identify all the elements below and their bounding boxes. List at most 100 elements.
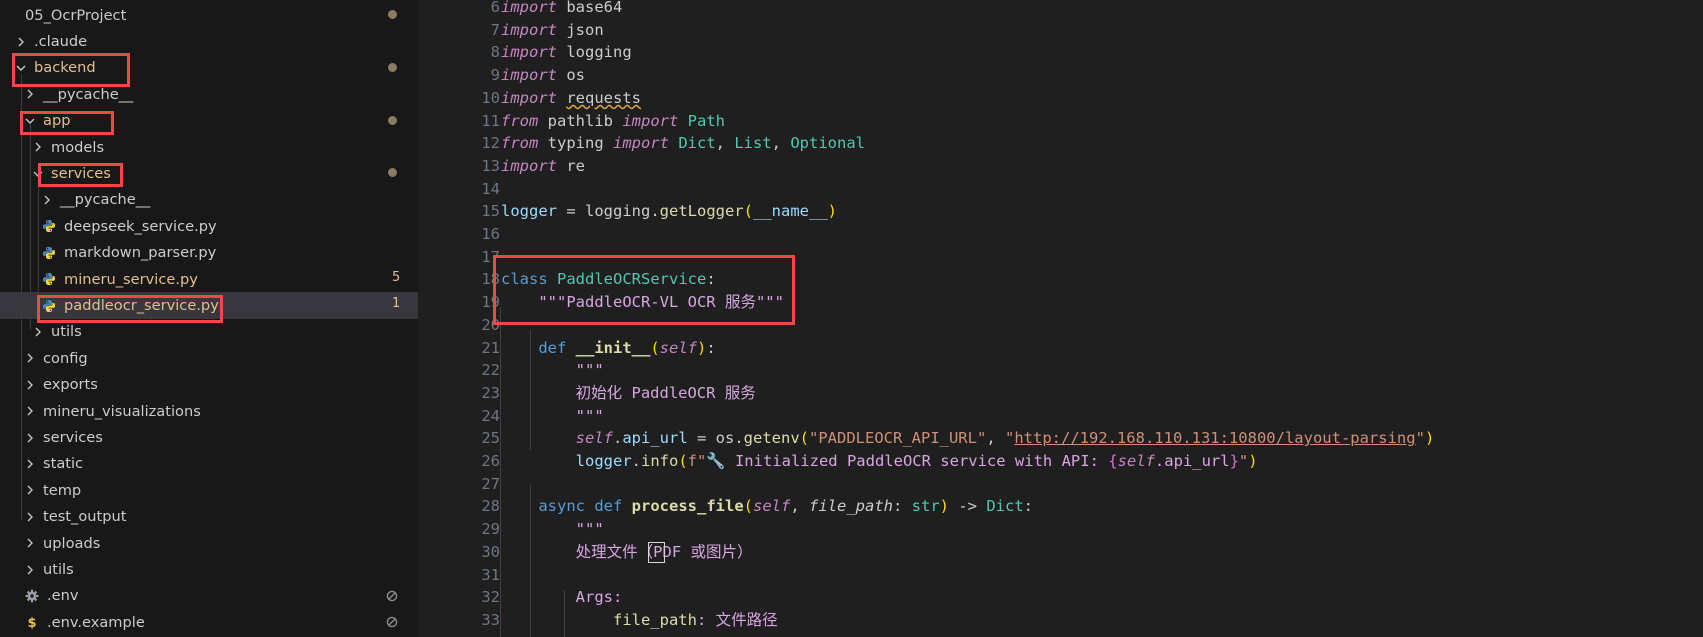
code-line[interactable]: 13 import re xyxy=(418,155,1703,178)
line-number: 13 xyxy=(481,156,500,175)
code-line[interactable]: 10 import requests xyxy=(418,87,1703,110)
tree-item-services[interactable]: services xyxy=(0,424,418,450)
tree-item-env-example[interactable]: $ .env.example xyxy=(0,609,418,635)
code-line[interactable]: 32 Args: xyxy=(418,586,1703,609)
code-text: import json xyxy=(501,20,604,39)
tree-item-markdown-parser-py[interactable]: markdown_parser.py xyxy=(0,240,418,266)
chevron-right-icon[interactable] xyxy=(33,327,43,337)
highlight-app xyxy=(20,111,114,135)
line-number: 28 xyxy=(481,497,500,516)
code-text: import os xyxy=(501,66,585,85)
tree-item-static[interactable]: static xyxy=(0,451,418,477)
tree-item-claude[interactable]: .claude xyxy=(0,28,418,54)
line-number: 32 xyxy=(481,588,500,607)
tree-item-exports[interactable]: exports xyxy=(0,372,418,398)
chevron-right-icon[interactable] xyxy=(25,538,35,548)
ignored-icon xyxy=(386,615,398,628)
code-line[interactable]: 14 xyxy=(418,178,1703,201)
chevron-right-icon[interactable] xyxy=(25,459,35,469)
python-file-icon xyxy=(42,219,56,233)
tree-item-mineru-visualizations[interactable]: mineru_visualizations xyxy=(0,398,418,424)
line-number: 14 xyxy=(481,179,500,198)
code-line[interactable]: 7 import json xyxy=(418,19,1703,42)
code-line[interactable]: 6 import base64 xyxy=(418,0,1703,19)
modified-dot xyxy=(388,115,397,125)
line-number: 18 xyxy=(481,270,500,289)
tree-item-config[interactable]: config xyxy=(0,345,418,371)
chevron-right-icon[interactable] xyxy=(25,406,35,416)
code-line[interactable]: 16 xyxy=(418,223,1703,246)
tree-item-env[interactable]: .env xyxy=(0,583,418,609)
code-line[interactable]: 26 logger.info(f"🔧 Initialized PaddleOCR… xyxy=(418,450,1703,473)
chevron-right-icon[interactable] xyxy=(25,89,35,99)
code-line[interactable]: 31 xyxy=(418,564,1703,587)
tree-item-models[interactable]: models xyxy=(0,134,418,160)
chevron-right-icon[interactable] xyxy=(16,37,26,47)
line-number: 7 xyxy=(490,20,500,39)
code-line[interactable]: 22 """ xyxy=(418,359,1703,382)
code-line[interactable]: 25 self.api_url = os.getenv("PADDLEOCR_A… xyxy=(418,427,1703,450)
line-number: 22 xyxy=(481,361,500,380)
code-line[interactable]: 9 import os xyxy=(418,64,1703,87)
tree-item-label: __pycache__ xyxy=(60,191,151,209)
chevron-right-icon[interactable] xyxy=(25,512,35,522)
chevron-right-icon[interactable] xyxy=(42,195,52,205)
code-text: from pathlib import Path xyxy=(501,111,725,130)
line-number: 15 xyxy=(481,202,500,221)
indent-guide xyxy=(500,307,501,637)
code-text: import base64 xyxy=(501,0,623,16)
line-number: 6 xyxy=(490,0,500,16)
code-text: def __init__(self): xyxy=(538,338,716,357)
tree-item-utils[interactable]: utils xyxy=(0,556,418,582)
chevron-right-icon[interactable] xyxy=(25,380,35,390)
explorer-panel: 05_OcrProject .claude backend __pycache__ ap… xyxy=(0,0,418,637)
line-number: 25 xyxy=(481,429,500,448)
tree-item-label: .env xyxy=(47,587,79,605)
chevron-right-icon[interactable] xyxy=(33,142,43,152)
line-number: 33 xyxy=(481,610,500,629)
tree-item-pycache[interactable]: __pycache__ xyxy=(0,187,418,213)
code-line[interactable]: 33 file_path: 文件路径 xyxy=(418,609,1703,632)
tree-item-05-ocrproject[interactable]: 05_OcrProject xyxy=(0,2,418,28)
tree-item-label: utils xyxy=(51,323,82,341)
chevron-right-icon[interactable] xyxy=(25,353,35,363)
code-line[interactable]: 12 from typing import Dict, List, Optiona… xyxy=(418,132,1703,155)
chevron-right-icon[interactable] xyxy=(25,565,35,575)
ignored-icon xyxy=(386,589,398,602)
code-line[interactable]: 23 初始化 PaddleOCR 服务 xyxy=(418,382,1703,405)
tree-item-label: mineru_service.py xyxy=(64,270,198,288)
python-file-icon xyxy=(42,246,56,260)
code-line[interactable]: 15 logger = logging.getLogger(__name__) xyxy=(418,200,1703,223)
code-text: from typing import Dict, List, Optional xyxy=(501,134,865,153)
code-line[interactable]: 8 import logging xyxy=(418,41,1703,64)
tree-item-label: config xyxy=(43,349,88,367)
tree-item-temp[interactable]: temp xyxy=(0,477,418,503)
tree-item-label: services xyxy=(43,429,103,447)
line-number: 10 xyxy=(481,88,500,107)
code-line[interactable]: 28 async def process_file(self, file_pat… xyxy=(418,495,1703,518)
chevron-right-icon[interactable] xyxy=(25,433,35,443)
tree-item-label: temp xyxy=(43,481,82,499)
code-editor[interactable]: 6 import base64 7 import json 8 import loggin… xyxy=(418,0,1703,637)
tree-item-uploads[interactable]: uploads xyxy=(0,530,418,556)
highlight-class-definition xyxy=(493,255,795,325)
code-line[interactable]: 30 处理文件（PDF 或图片） xyxy=(418,541,1703,564)
tree-item-deepseek-service-py[interactable]: deepseek_service.py xyxy=(0,213,418,239)
code-line[interactable]: 11 from pathlib import Path xyxy=(418,110,1703,133)
line-number: 9 xyxy=(490,66,500,85)
line-number: 16 xyxy=(481,225,500,243)
tree-item-mineru-service-py[interactable]: mineru_service.py 5 xyxy=(0,266,418,292)
code-line[interactable]: 24 """ xyxy=(418,405,1703,428)
tree-item-label: deepseek_service.py xyxy=(64,217,217,235)
code-line[interactable]: 27 xyxy=(418,473,1703,496)
code-line[interactable]: 21 def __init__(self): xyxy=(418,337,1703,360)
indent-guide xyxy=(30,124,31,330)
code-line[interactable]: 29 """ xyxy=(418,518,1703,541)
bracket-match-box xyxy=(648,542,665,563)
python-file-icon xyxy=(42,272,56,286)
dollar-icon: $ xyxy=(25,615,39,629)
chevron-right-icon[interactable] xyxy=(25,485,35,495)
gear-icon xyxy=(25,589,39,603)
code-text: async def process_file(self, file_path: … xyxy=(538,497,1034,516)
tree-item-test-output[interactable]: test_output xyxy=(0,504,418,530)
